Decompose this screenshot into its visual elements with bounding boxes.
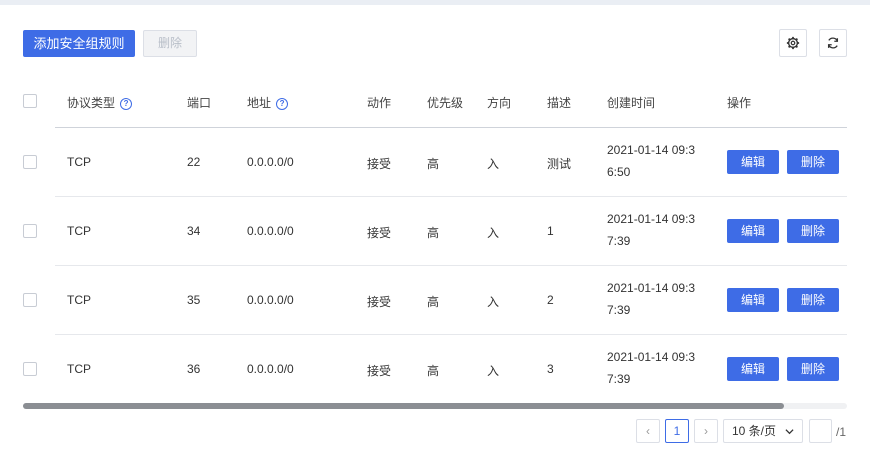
delete-button[interactable]: 删除 — [787, 219, 839, 243]
cell-created-time: 2021-01-14 09:3 7:39 — [607, 281, 696, 317]
header-created-time: 创建时间 — [607, 96, 656, 110]
add-security-rule-button[interactable]: 添加安全组规则 — [23, 30, 135, 57]
cell-action: 接受 — [367, 157, 392, 171]
cell-port: 35 — [187, 293, 201, 307]
cell-priority: 高 — [427, 295, 440, 309]
cell-description: 1 — [547, 224, 554, 238]
cell-direction: 入 — [487, 157, 500, 171]
total-pages-label: /1 — [836, 425, 847, 439]
row-divider — [55, 265, 847, 266]
cell-priority: 高 — [427, 157, 440, 171]
select-all-checkbox[interactable] — [23, 94, 37, 108]
page-jump-input[interactable] — [809, 419, 832, 443]
cell-protocol: TCP — [67, 293, 91, 307]
row-checkbox[interactable] — [23, 293, 37, 307]
edit-button[interactable]: 编辑 — [727, 357, 779, 381]
row-divider — [55, 196, 847, 197]
cell-protocol: TCP — [67, 155, 91, 169]
delete-button[interactable]: 删除 — [787, 150, 839, 174]
cell-priority: 高 — [427, 364, 440, 378]
row-divider — [55, 334, 847, 335]
help-icon[interactable]: ? — [120, 98, 133, 110]
cell-protocol: TCP — [67, 362, 91, 376]
delete-button[interactable]: 删除 — [787, 357, 839, 381]
header-address: 地址? — [247, 94, 289, 111]
cell-address: 0.0.0.0/0 — [247, 224, 294, 238]
cell-created-time: 2021-01-14 09:3 7:39 — [607, 350, 696, 386]
cell-description: 3 — [547, 362, 554, 376]
row-checkbox[interactable] — [23, 362, 37, 376]
top-band — [0, 0, 870, 5]
header-port: 端口 — [187, 96, 212, 110]
edit-button[interactable]: 编辑 — [727, 150, 779, 174]
chevron-down-icon — [785, 429, 794, 435]
cell-address: 0.0.0.0/0 — [247, 155, 294, 169]
cell-direction: 入 — [487, 295, 500, 309]
cell-protocol: TCP — [67, 224, 91, 238]
header-direction: 方向 — [487, 96, 512, 110]
cell-address: 0.0.0.0/0 — [247, 362, 294, 376]
delete-button[interactable]: 删除 — [787, 288, 839, 312]
cell-port: 36 — [187, 362, 201, 376]
cell-port: 34 — [187, 224, 201, 238]
cell-action: 接受 — [367, 295, 392, 309]
scrollbar-thumb[interactable] — [23, 403, 784, 409]
prev-page-button[interactable]: ‹ — [636, 419, 660, 443]
refresh-button[interactable] — [819, 29, 847, 57]
next-page-button[interactable]: › — [694, 419, 718, 443]
cell-created-time: 2021-01-14 09:3 7:39 — [607, 212, 696, 248]
cell-direction: 入 — [487, 364, 500, 378]
cell-description: 2 — [547, 293, 554, 307]
cell-direction: 入 — [487, 226, 500, 240]
cell-created-time: 2021-01-14 09:3 6:50 — [607, 143, 696, 179]
header-divider — [55, 127, 847, 128]
header-protocol: 协议类型? — [67, 94, 133, 111]
row-checkbox[interactable] — [23, 224, 37, 238]
cell-port: 22 — [187, 155, 201, 169]
gear-icon — [786, 36, 800, 50]
header-priority: 优先级 — [427, 96, 464, 110]
page-1-button[interactable]: 1 — [665, 419, 689, 443]
cell-priority: 高 — [427, 226, 440, 240]
cell-action: 接受 — [367, 364, 392, 378]
help-icon[interactable]: ? — [276, 98, 289, 110]
edit-button[interactable]: 编辑 — [727, 288, 779, 312]
refresh-icon — [827, 37, 839, 49]
cell-address: 0.0.0.0/0 — [247, 293, 294, 307]
header-description: 描述 — [547, 96, 572, 110]
row-checkbox[interactable] — [23, 155, 37, 169]
edit-button[interactable]: 编辑 — [727, 219, 779, 243]
cell-description: 测试 — [547, 157, 572, 171]
cell-action: 接受 — [367, 226, 392, 240]
header-operation: 操作 — [727, 96, 752, 110]
page-size-select[interactable]: 10 条/页 — [723, 419, 803, 443]
bulk-delete-button[interactable]: 删除 — [143, 30, 197, 57]
settings-button[interactable] — [779, 29, 807, 57]
header-action: 动作 — [367, 96, 392, 110]
